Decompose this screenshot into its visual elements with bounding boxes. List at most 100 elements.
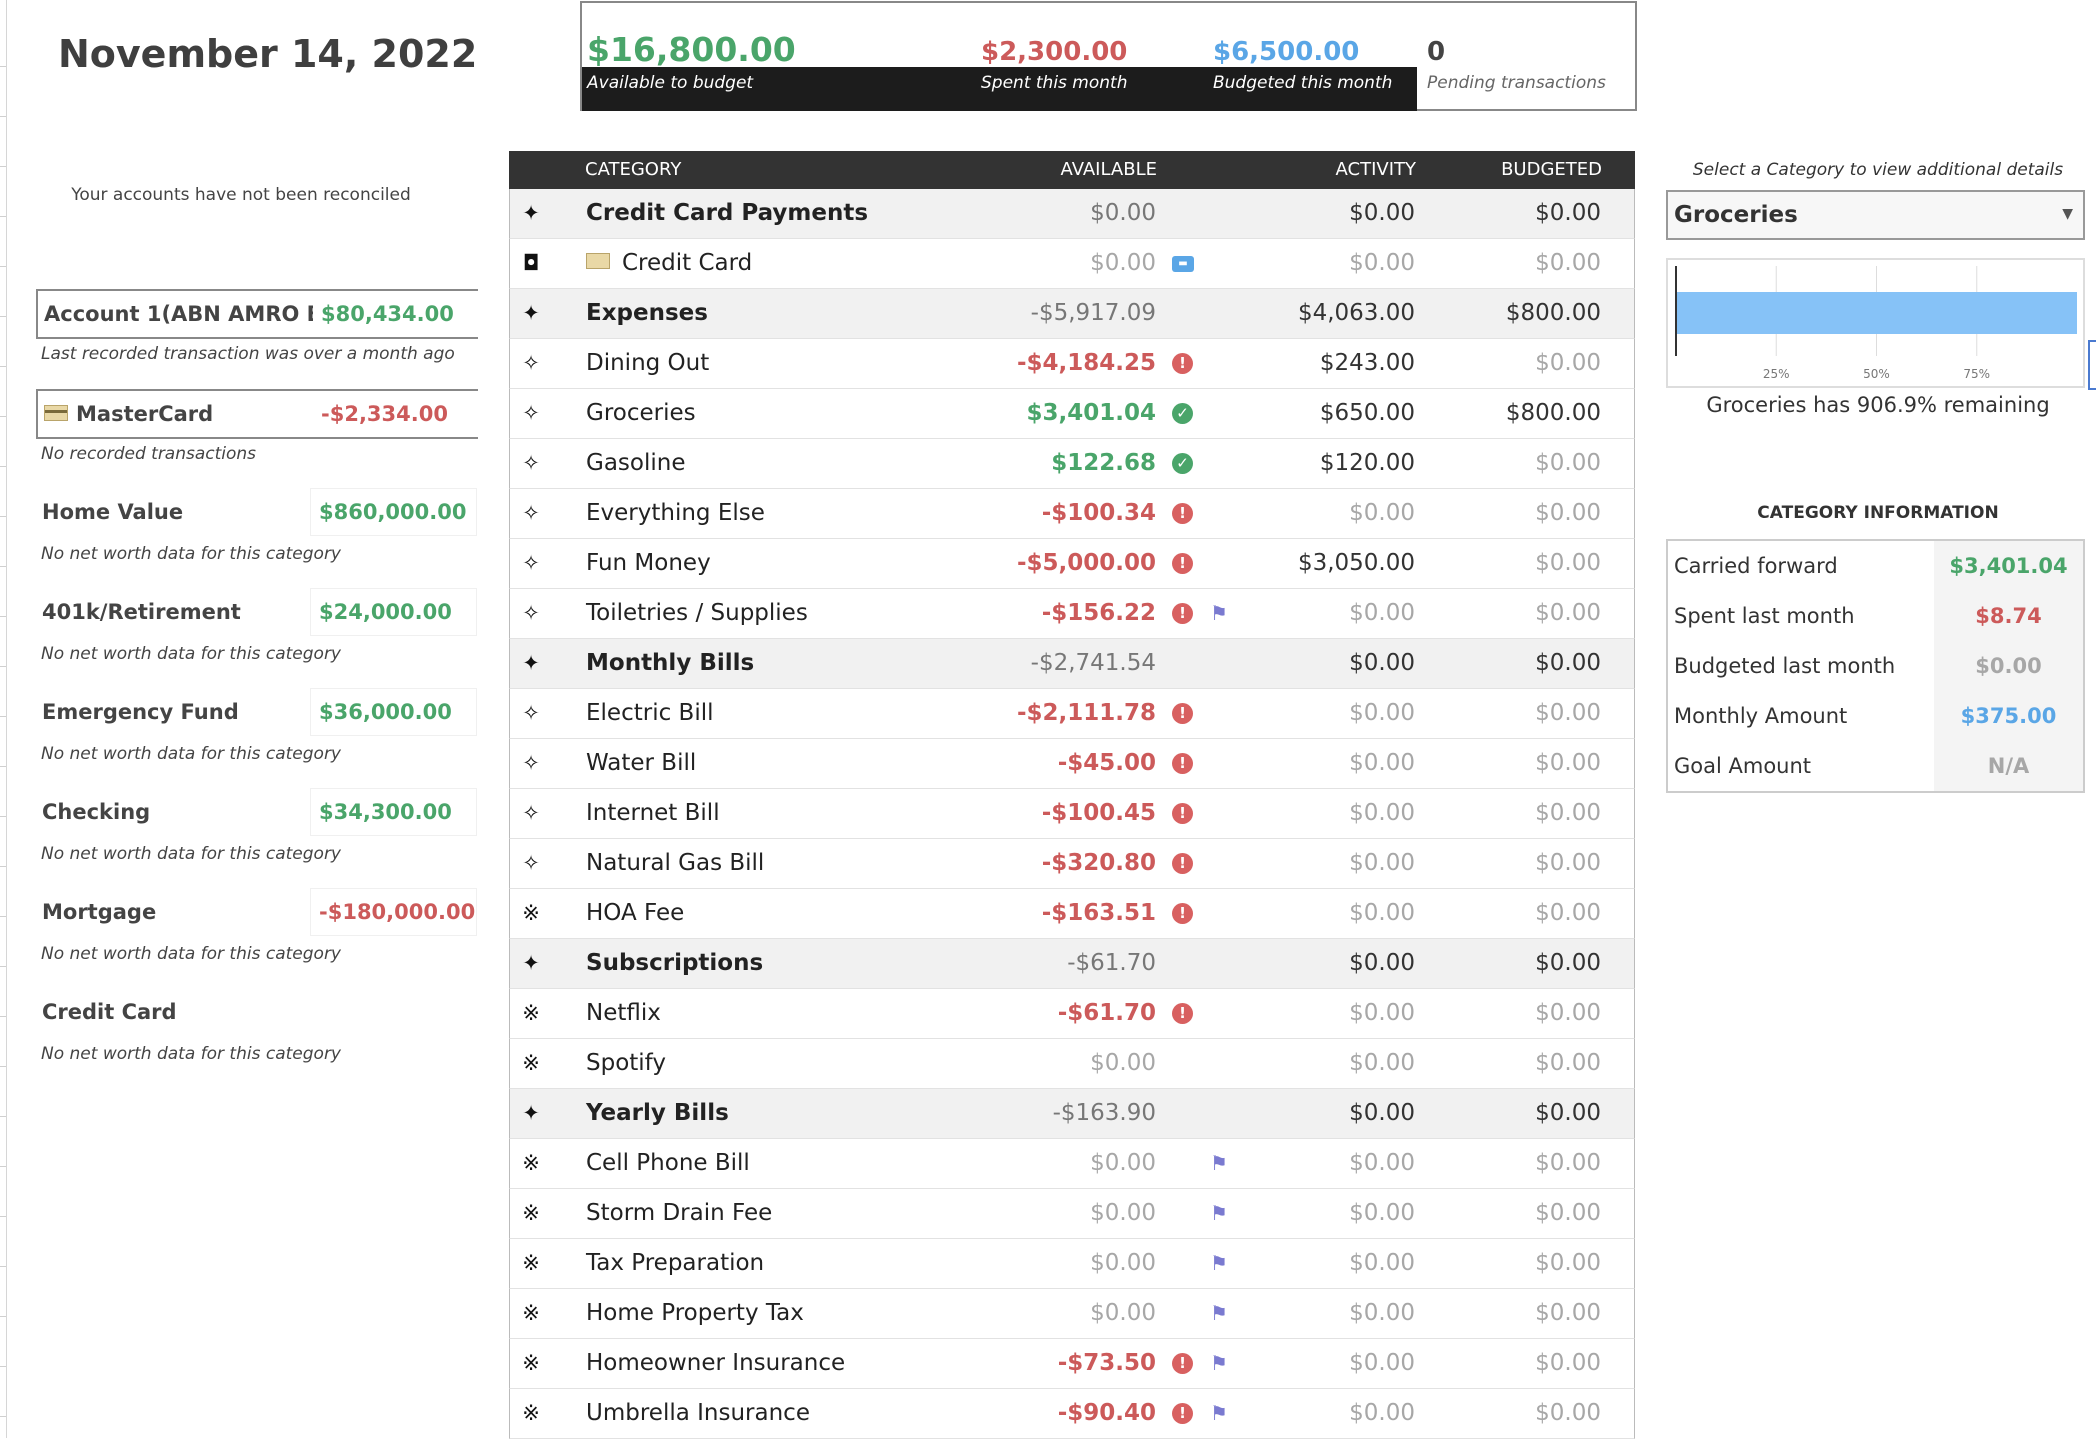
budgeted-amount[interactable]: $0.00 <box>1535 239 1601 288</box>
flag-icon[interactable]: ⚑ <box>1210 1151 1228 1175</box>
category-row[interactable]: ※ Umbrella Insurance -$90.40! ⚑ $0.00 $0.00 <box>509 1389 1635 1439</box>
category-dropdown[interactable]: Groceries ▼ <box>1666 190 2085 240</box>
category-row[interactable]: ✧ Groceries $3,401.04 ✓ $650.00 $800.00 <box>509 389 1635 439</box>
row-marker-icon[interactable]: ※ <box>510 1339 552 1388</box>
category-row[interactable]: ※ Netflix -$61.70! $0.00 $0.00 <box>509 989 1635 1039</box>
header-budgeted[interactable]: BUDGETED <box>1501 151 1602 189</box>
row-marker-icon[interactable]: ※ <box>510 989 552 1038</box>
row-marker-icon[interactable]: ✧ <box>510 739 552 788</box>
flag-icon[interactable]: ⚑ <box>1210 1401 1228 1425</box>
row-marker-icon[interactable]: ✧ <box>510 789 552 838</box>
row-marker-icon[interactable]: ✧ <box>510 539 552 588</box>
row-marker-icon[interactable]: ※ <box>510 1039 552 1088</box>
account-row[interactable]: Home Value $860,000.00 <box>36 489 478 539</box>
row-marker-icon[interactable]: ✧ <box>510 439 552 488</box>
budgeted-amount[interactable]: $0.00 <box>1535 1339 1601 1388</box>
row-marker-icon[interactable]: ✦ <box>510 639 552 688</box>
category-row[interactable]: ✧ Toiletries / Supplies -$156.22! ⚑ $0.00 $0.… <box>509 589 1635 639</box>
flag-icon[interactable]: ⚑ <box>1210 1251 1228 1275</box>
row-marker-icon[interactable]: ※ <box>510 1289 552 1338</box>
header-activity[interactable]: ACTIVITY <box>1336 151 1416 189</box>
gridline <box>0 1216 6 1217</box>
budgeted-amount[interactable]: $0.00 <box>1535 989 1601 1038</box>
row-marker-icon[interactable]: ✧ <box>510 339 552 388</box>
row-marker-icon[interactable]: ✧ <box>510 839 552 888</box>
budgeted-amount[interactable]: $0.00 <box>1535 1089 1601 1138</box>
category-row[interactable]: ✧ Fun Money -$5,000.00! $3,050.00 $0.00 <box>509 539 1635 589</box>
category-row[interactable]: ✧ Natural Gas Bill -$320.80! $0.00 $0.00 <box>509 839 1635 889</box>
category-row[interactable]: ✧ Dining Out -$4,184.25! $243.00 $0.00 <box>509 339 1635 389</box>
category-group-row[interactable]: ✦ Subscriptions -$61.70 $0.00 $0.00 <box>509 939 1635 989</box>
category-row[interactable]: ※ Cell Phone Bill $0.00 ⚑ $0.00 $0.00 <box>509 1139 1635 1189</box>
row-marker-icon[interactable]: ※ <box>510 1389 552 1438</box>
header-available[interactable]: AVAILABLE <box>1061 151 1157 189</box>
row-marker-icon[interactable]: ✦ <box>510 189 552 238</box>
budgeted-amount[interactable]: $0.00 <box>1535 589 1601 638</box>
row-marker-icon[interactable]: ※ <box>510 1139 552 1188</box>
budgeted-amount[interactable]: $0.00 <box>1535 1139 1601 1188</box>
budgeted-amount[interactable]: $0.00 <box>1535 639 1601 688</box>
budgeted-amount[interactable]: $0.00 <box>1535 889 1601 938</box>
budgeted-amount[interactable]: $0.00 <box>1535 339 1601 388</box>
account-row[interactable]: MasterCard -$2,334.00 <box>36 389 478 439</box>
category-group-row[interactable]: ✦ Expenses -$5,917.09 $4,063.00 $800.00 <box>509 289 1635 339</box>
category-row[interactable]: ※ Storm Drain Fee $0.00 ⚑ $0.00 $0.00 <box>509 1189 1635 1239</box>
category-row[interactable]: ※ Tax Preparation $0.00 ⚑ $0.00 $0.00 <box>509 1239 1635 1289</box>
category-row[interactable]: ✧ Everything Else -$100.34! $0.00 $0.00 <box>509 489 1635 539</box>
row-marker-icon[interactable]: ✦ <box>510 289 552 338</box>
row-marker-icon[interactable]: ※ <box>510 1239 552 1288</box>
row-marker-icon[interactable]: ✧ <box>510 389 552 438</box>
category-row[interactable]: ✧ Internet Bill -$100.45! $0.00 $0.00 <box>509 789 1635 839</box>
budgeted-amount[interactable]: $0.00 <box>1535 1189 1601 1238</box>
account-row[interactable]: Credit Card <box>36 989 478 1039</box>
account-row[interactable]: Emergency Fund $36,000.00 <box>36 689 478 739</box>
category-row[interactable]: ✧ Water Bill -$45.00! $0.00 $0.00 <box>509 739 1635 789</box>
category-row[interactable]: ※ HOA Fee -$163.51! $0.00 $0.00 <box>509 889 1635 939</box>
flag-icon[interactable]: ⚑ <box>1210 1201 1228 1225</box>
row-marker-icon[interactable]: ※ <box>510 889 552 938</box>
budgeted-amount[interactable]: $0.00 <box>1535 689 1601 738</box>
budgeted-amount[interactable]: $0.00 <box>1535 839 1601 888</box>
category-row[interactable]: ※ Home Property Tax $0.00 ⚑ $0.00 $0.00 <box>509 1289 1635 1339</box>
row-marker-icon[interactable]: ✧ <box>510 589 552 638</box>
budgeted-amount[interactable]: $800.00 <box>1506 389 1601 438</box>
budgeted-amount[interactable]: $800.00 <box>1506 289 1601 338</box>
budgeted-amount[interactable]: $0.00 <box>1535 789 1601 838</box>
budgeted-amount[interactable]: $0.00 <box>1535 489 1601 538</box>
row-marker-icon[interactable]: ✧ <box>510 689 552 738</box>
budgeted-amount[interactable]: $0.00 <box>1535 189 1601 238</box>
row-marker-icon[interactable]: ※ <box>510 1189 552 1238</box>
account-row[interactable]: Account 1(ABN AMRO Bar $80,434.00 <box>36 289 478 339</box>
budgeted-amount[interactable]: $0.00 <box>1535 1239 1601 1288</box>
category-row[interactable]: ※ Homeowner Insurance -$73.50! ⚑ $0.00 $0.00 <box>509 1339 1635 1389</box>
budgeted-amount[interactable]: $0.00 <box>1535 939 1601 988</box>
category-group-row[interactable]: ✦ Monthly Bills -$2,741.54 $0.00 $0.00 <box>509 639 1635 689</box>
activity-amount: $650.00 <box>1319 400 1415 426</box>
category-row[interactable]: ✧ Electric Bill -$2,111.78! $0.00 $0.00 <box>509 689 1635 739</box>
row-marker-icon[interactable]: ◘ <box>510 239 552 288</box>
info-label: Monthly Amount <box>1674 704 1848 728</box>
category-row[interactable]: ✧ Gasoline $122.68 ✓ $120.00 $0.00 <box>509 439 1635 489</box>
activity-amount: $4,063.00 <box>1297 300 1415 326</box>
row-marker-icon[interactable]: ✧ <box>510 489 552 538</box>
budgeted-amount[interactable]: $0.00 <box>1535 1289 1601 1338</box>
header-category[interactable]: CATEGORY <box>585 151 681 189</box>
budgeted-amount[interactable]: $0.00 <box>1535 539 1601 588</box>
flag-icon[interactable]: ⚑ <box>1210 601 1228 625</box>
row-marker-icon[interactable]: ✦ <box>510 939 552 988</box>
budgeted-amount[interactable]: $0.00 <box>1535 1039 1601 1088</box>
category-row[interactable]: ※ Spotify $0.00 $0.00 $0.00 <box>509 1039 1635 1089</box>
gridline <box>0 66 6 67</box>
category-row[interactable]: ◘ Credit Card $0.00 ▬ $0.00 $0.00 <box>509 239 1635 289</box>
flag-icon[interactable]: ⚑ <box>1210 1301 1228 1325</box>
category-group-row[interactable]: ✦ Credit Card Payments $0.00 $0.00 $0.00 <box>509 189 1635 239</box>
flag-icon[interactable]: ⚑ <box>1210 1351 1228 1375</box>
category-group-row[interactable]: ✦ Yearly Bills -$163.90 $0.00 $0.00 <box>509 1089 1635 1139</box>
account-row[interactable]: Mortgage -$180,000.00 <box>36 889 478 939</box>
account-row[interactable]: Checking $34,300.00 <box>36 789 478 839</box>
budgeted-amount[interactable]: $0.00 <box>1535 439 1601 488</box>
row-marker-icon[interactable]: ✦ <box>510 1089 552 1138</box>
budgeted-amount[interactable]: $0.00 <box>1535 1389 1601 1438</box>
account-row[interactable]: 401k/Retirement $24,000.00 <box>36 589 478 639</box>
budgeted-amount[interactable]: $0.00 <box>1535 739 1601 788</box>
